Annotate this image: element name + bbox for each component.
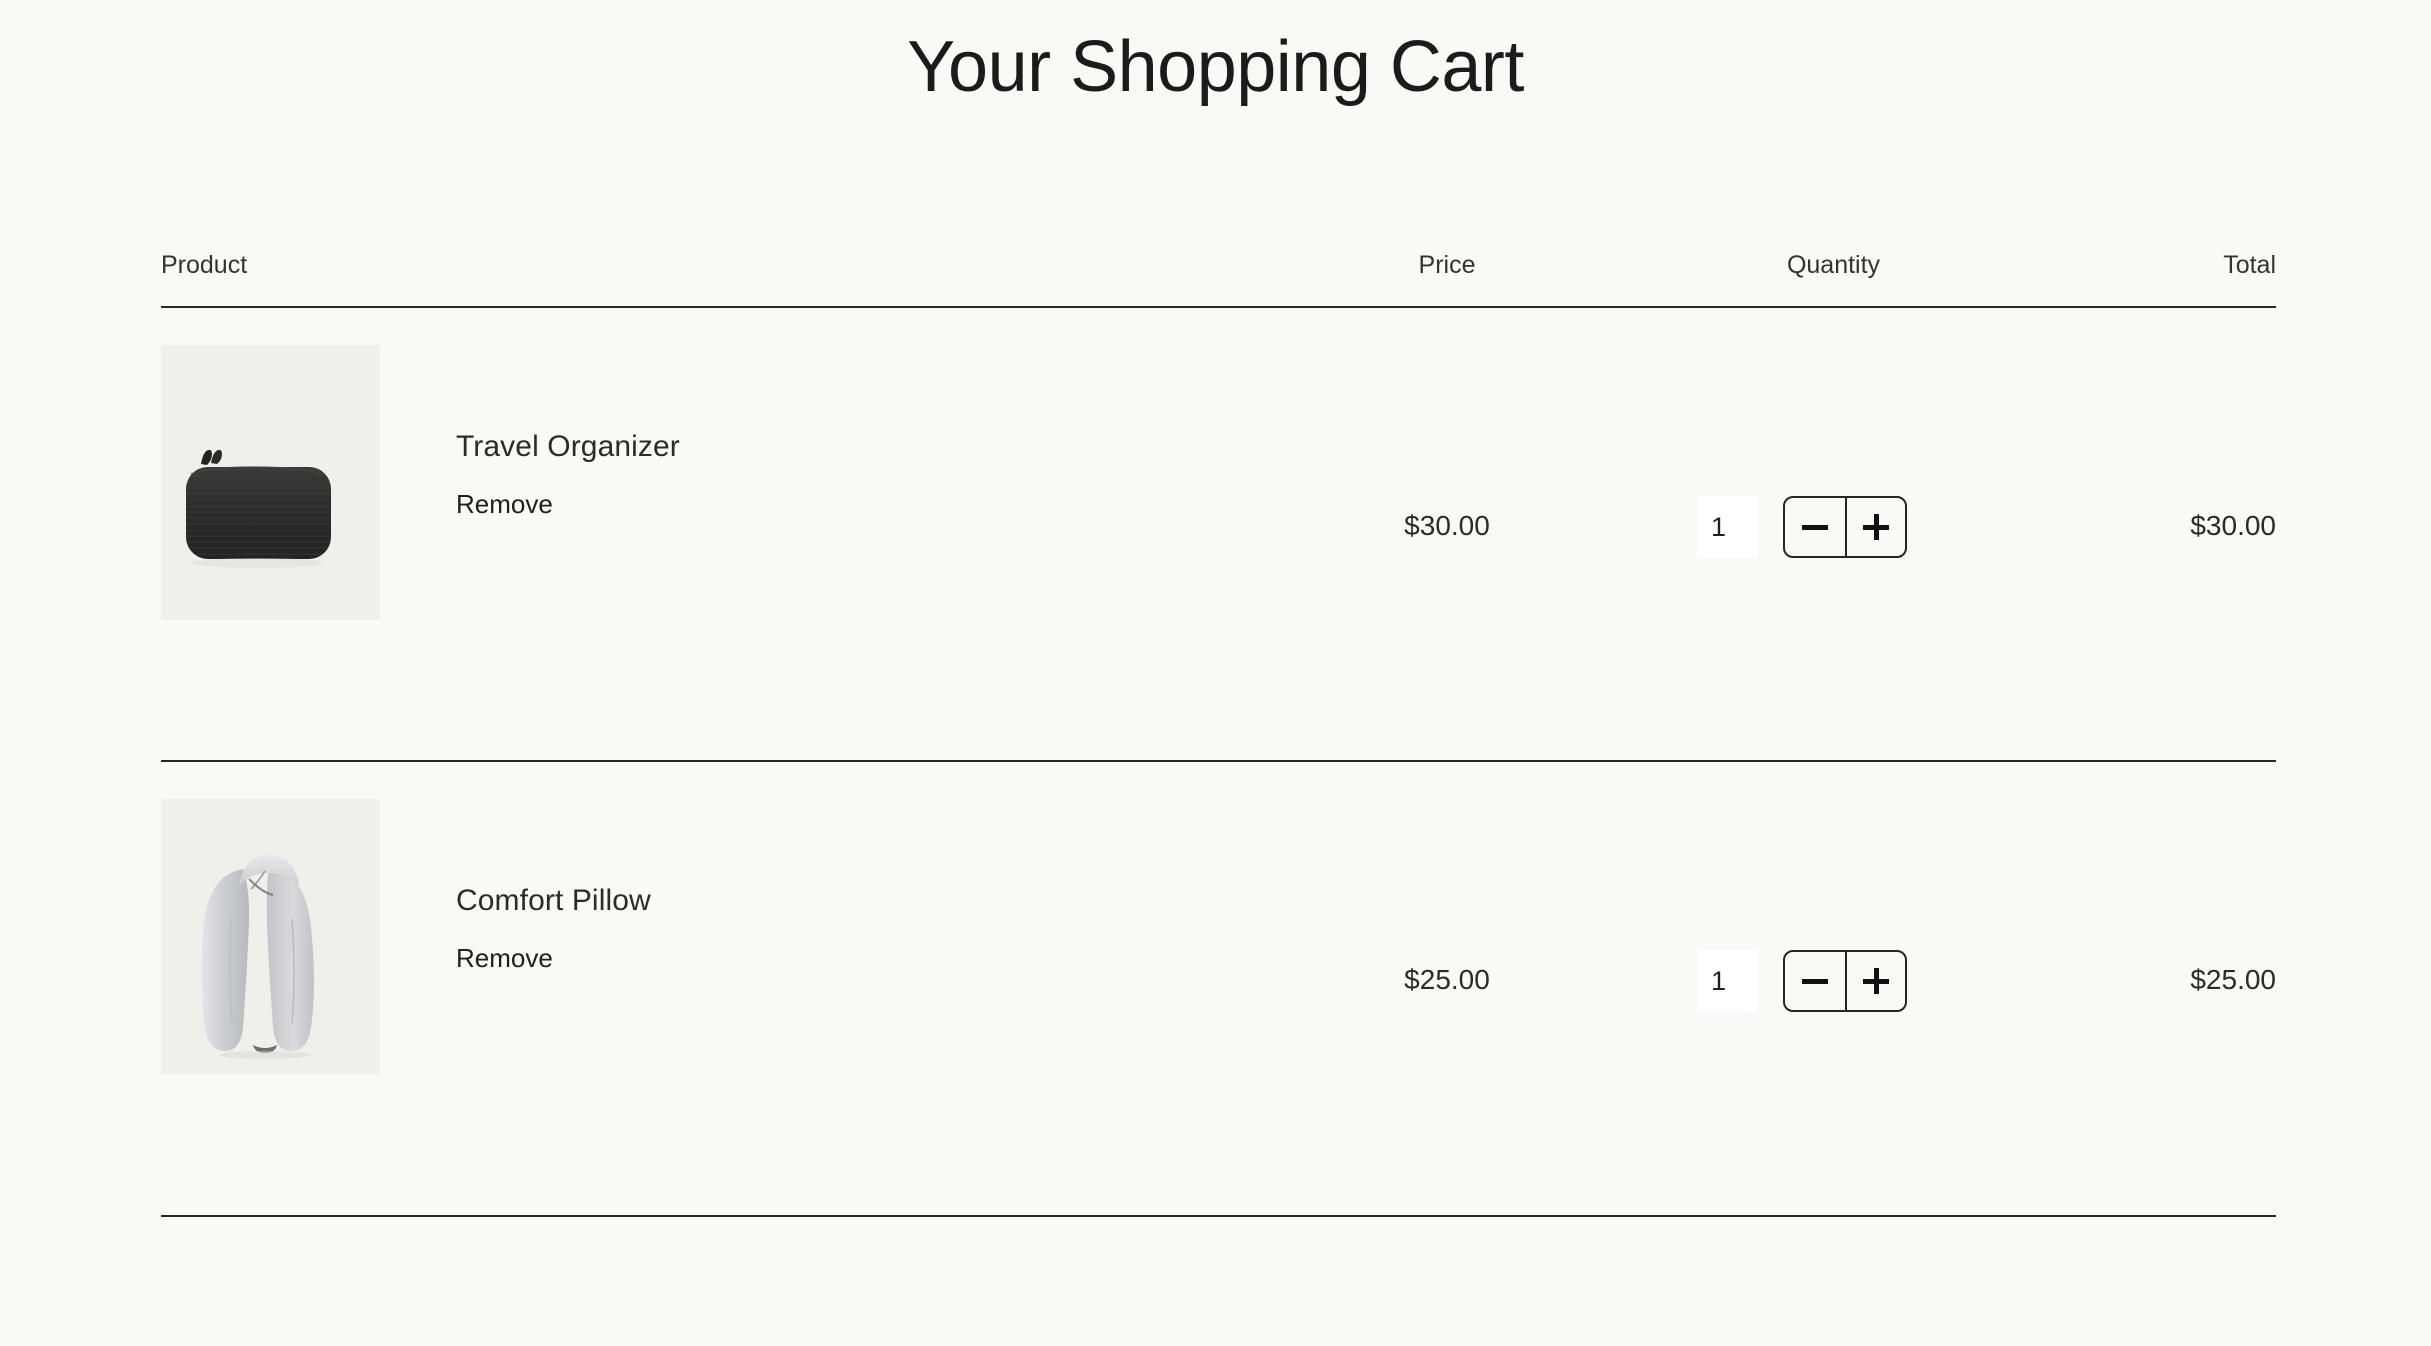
cart-table-header: Product Price Quantity Total [161,248,2276,306]
product-price: $30.00 [1404,510,1490,541]
row-divider [161,1215,2276,1217]
quantity-input[interactable] [1697,496,1757,558]
shopping-cart-page: Your Shopping Cart Product Price Quantit… [0,0,2431,1346]
cart-table: Product Price Quantity Total Travel Orga… [161,248,2276,1217]
quantity-buttons [1783,950,1907,1012]
increase-quantity-button[interactable] [1845,498,1905,556]
product-name: Travel Organizer [456,430,680,463]
quantity-buttons [1783,496,1907,558]
product-thumbnail [161,799,380,1074]
column-header-price: Price [1418,251,1476,279]
product-info: Travel Organizer Remove [456,428,1276,520]
page-title: Your Shopping Cart [907,27,1524,107]
column-header-quantity: Quantity [1786,251,1881,279]
table-row: Travel Organizer Remove $30.00 1 $30.00 [161,308,2276,760]
quantity-input[interactable] [1697,950,1757,1012]
quantity-stepper[interactable] [1697,496,1907,558]
quantity-stepper[interactable] [1697,950,1907,1012]
product-thumbnail [161,345,380,620]
increase-quantity-button[interactable] [1845,952,1905,1010]
table-row: Comfort Pillow Remove $25.00 1 $25.00 [161,762,2276,1215]
remove-item-button[interactable]: Remove [456,488,553,520]
column-header-product: Product [161,251,248,279]
column-header-total: Total [2223,251,2276,279]
decrease-quantity-button[interactable] [1785,498,1845,556]
product-price: $25.00 [1404,964,1490,995]
plus-icon [1863,514,1889,540]
decrease-quantity-button[interactable] [1785,952,1845,1010]
plus-icon [1863,968,1889,994]
product-line-total: $30.00 [2190,510,2276,541]
comfort-pillow-image [201,855,314,1059]
product-line-total: $25.00 [2190,964,2276,995]
minus-icon [1802,978,1828,984]
minus-icon [1802,524,1828,530]
travel-organizer-pouch-image [186,449,331,568]
remove-item-button[interactable]: Remove [456,942,553,974]
product-info: Comfort Pillow Remove [456,882,1276,974]
product-name: Comfort Pillow [456,884,651,917]
